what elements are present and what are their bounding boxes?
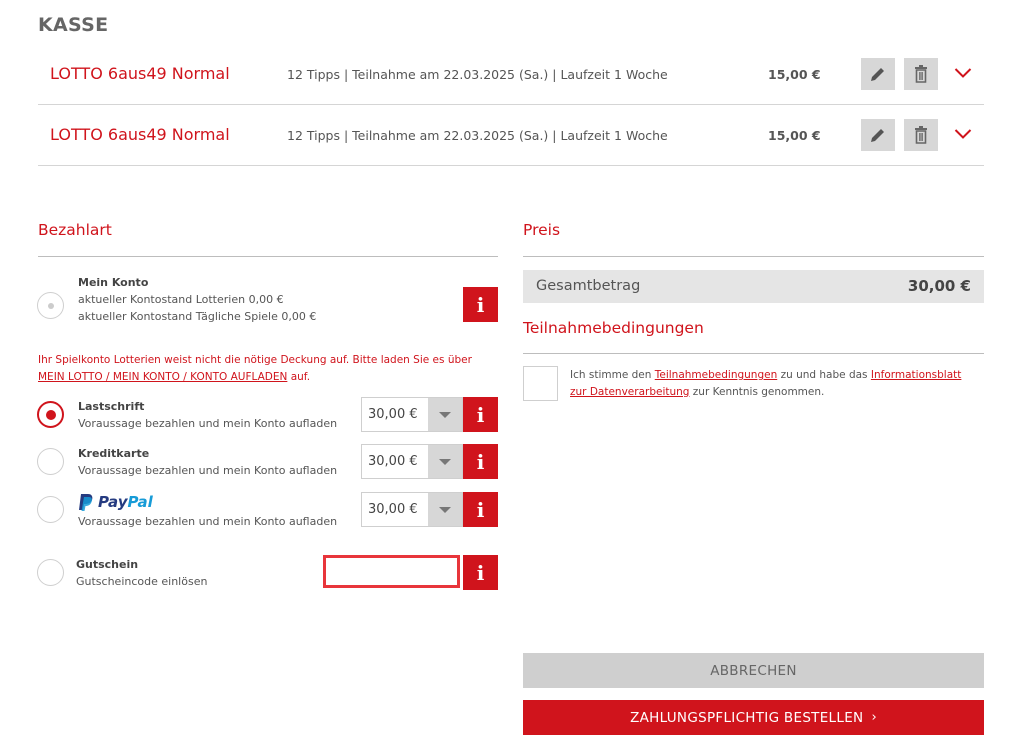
info-button[interactable]: i: [463, 444, 498, 479]
divider: [523, 353, 984, 354]
cart-item-name: LOTTO 6aus49 Normal: [50, 64, 230, 83]
info-icon: i: [476, 402, 485, 427]
expand-button[interactable]: [952, 123, 974, 145]
cart-item-price: 15,00 €: [768, 128, 821, 143]
info-button[interactable]: i: [463, 397, 498, 432]
info-button[interactable]: i: [463, 492, 498, 527]
mein-konto-title: Mein Konto: [78, 276, 149, 289]
terms-text: Ich stimme den Teilnahmebedingungen zu u…: [570, 367, 980, 401]
warning-text: Ihr Spielkonto Lotterien weist nicht die…: [38, 354, 472, 366]
info-icon: i: [476, 560, 485, 585]
triangle-down-icon: [428, 493, 462, 526]
info-button[interactable]: i: [463, 287, 498, 322]
cancel-button[interactable]: ABBRECHEN: [523, 653, 984, 688]
total-value: 30,00 €: [907, 277, 971, 295]
page-title: KASSE: [38, 14, 109, 36]
info-icon: i: [476, 292, 485, 317]
paypal-amount-select[interactable]: 30,00 €: [361, 492, 463, 527]
price-section-title: Preis: [523, 221, 561, 239]
kreditkarte-amount-select[interactable]: 30,00 €: [361, 444, 463, 479]
insufficient-funds-warning: Ihr Spielkonto Lotterien weist nicht die…: [38, 352, 498, 386]
terms-text-3: zur Kenntnis genommen.: [692, 386, 825, 398]
top-up-link[interactable]: MEIN LOTTO / MEIN KONTO / KONTO AUFLADEN: [38, 371, 287, 383]
mein-konto-balance-lotteries: aktueller Kontostand Lotterien 0,00 €: [78, 293, 284, 306]
total-label: Gesamtbetrag: [536, 278, 641, 294]
paypal-logo-part1: Pay: [98, 493, 128, 511]
order-button-label: ZAHLUNGSPFLICHTIG BESTELLEN: [630, 709, 864, 726]
divider: [38, 256, 498, 257]
cart-row: LOTTO 6aus49 Normal 12 Tipps | Teilnahme…: [38, 105, 984, 166]
mein-konto-balance-daily: aktueller Kontostand Tägliche Spiele 0,0…: [78, 310, 317, 323]
paypal-logo-part2: Pal: [127, 493, 153, 511]
delete-button[interactable]: [904, 119, 938, 151]
cart-item-price: 15,00 €: [768, 67, 821, 82]
terms-section-title: Teilnahmebedingungen: [523, 319, 704, 337]
lastschrift-title: Lastschrift: [78, 400, 145, 413]
expand-button[interactable]: [952, 62, 974, 84]
info-icon: i: [476, 497, 485, 522]
info-icon: i: [476, 449, 485, 474]
triangle-down-icon: [428, 445, 462, 478]
delete-button[interactable]: [904, 58, 938, 90]
divider: [523, 256, 984, 257]
paypal-subtitle: Voraussage bezahlen und mein Konto aufla…: [78, 515, 338, 528]
payment-section-title: Bezahlart: [38, 221, 112, 239]
selected-amount: 30,00 €: [368, 454, 418, 469]
info-button[interactable]: i: [463, 555, 498, 590]
voucher-code-input[interactable]: [323, 555, 460, 588]
edit-button[interactable]: [861, 119, 895, 151]
cart-item-name: LOTTO 6aus49 Normal: [50, 125, 230, 144]
pencil-icon: [871, 129, 884, 142]
selected-amount: 30,00 €: [368, 502, 418, 517]
warning-suffix: auf.: [290, 371, 311, 383]
cart-item-description: 12 Tipps | Teilnahme am 22.03.2025 (Sa.)…: [287, 67, 668, 82]
radio-mein-konto[interactable]: [37, 292, 64, 319]
selected-amount: 30,00 €: [368, 407, 418, 422]
triangle-down-icon: [428, 398, 462, 431]
order-button[interactable]: ZAHLUNGSPFLICHTIG BESTELLEN ›: [523, 700, 984, 735]
kreditkarte-title: Kreditkarte: [78, 447, 150, 460]
terms-link[interactable]: Teilnahmebedingungen: [655, 369, 777, 381]
gutschein-subtitle: Gutscheincode einlösen: [76, 575, 208, 588]
edit-button[interactable]: [861, 58, 895, 90]
lastschrift-amount-select[interactable]: 30,00 €: [361, 397, 463, 432]
chevron-down-icon: [954, 68, 972, 78]
cart-item-description: 12 Tipps | Teilnahme am 22.03.2025 (Sa.)…: [287, 128, 668, 143]
chevron-right-icon: ›: [871, 710, 877, 725]
trash-icon: [915, 65, 927, 83]
paypal-logo: Pay Pal: [78, 492, 153, 512]
terms-text-1: Ich stimme den: [570, 369, 652, 381]
paypal-icon: [79, 493, 93, 511]
chevron-down-icon: [954, 129, 972, 139]
cart-row: LOTTO 6aus49 Normal 12 Tipps | Teilnahme…: [38, 44, 984, 105]
total-amount-bar: Gesamtbetrag 30,00 €: [523, 270, 984, 303]
terms-checkbox[interactable]: [523, 366, 558, 401]
lastschrift-subtitle: Voraussage bezahlen und mein Konto aufla…: [78, 417, 338, 430]
terms-text-2: zu und habe das: [780, 369, 868, 381]
pencil-icon: [871, 68, 884, 81]
radio-kreditkarte[interactable]: [37, 448, 64, 475]
radio-lastschrift[interactable]: [37, 401, 64, 428]
radio-paypal[interactable]: [37, 496, 64, 523]
gutschein-title: Gutschein: [76, 558, 139, 571]
kreditkarte-subtitle: Voraussage bezahlen und mein Konto aufla…: [78, 464, 338, 477]
trash-icon: [915, 126, 927, 144]
radio-gutschein[interactable]: [37, 559, 64, 586]
